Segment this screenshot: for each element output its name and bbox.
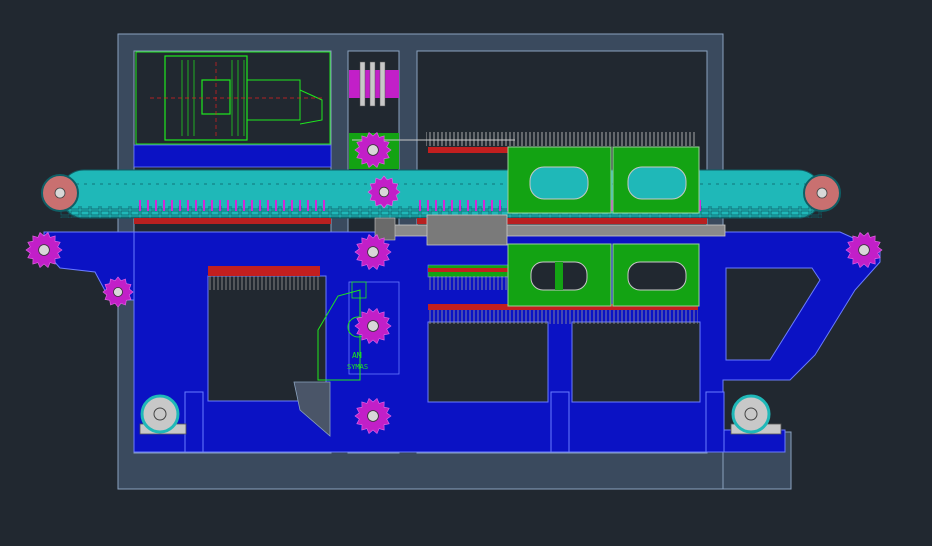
pulley-icon: [41, 174, 79, 212]
pulley-icon: [140, 394, 180, 434]
green-plate-lower-right: [612, 243, 700, 307]
pulley-icon: [731, 394, 771, 434]
brush-assembly-left: [208, 266, 320, 290]
pulley-icon: [803, 174, 841, 212]
motor-label-1: AM: [352, 351, 362, 360]
cad-drawing: AM SYMAS: [25, 33, 883, 490]
green-plate-upper-right: [612, 146, 700, 214]
green-plate-lower-left: [507, 243, 612, 307]
motor-label-2: SYMAS: [347, 363, 368, 371]
green-plate-upper-left: [507, 146, 612, 214]
